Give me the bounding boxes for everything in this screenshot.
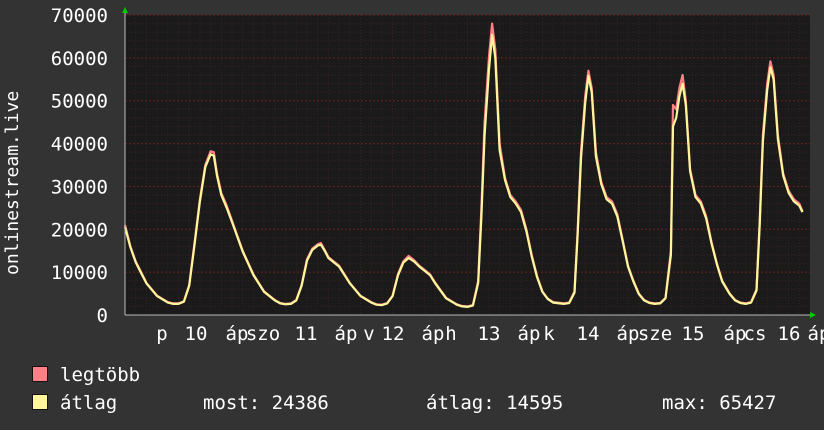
x-tick-label: 12: [382, 323, 405, 345]
y-tick-label: 0: [97, 305, 108, 327]
y-tick-label: 40000: [51, 134, 108, 156]
legend-swatch-max: [32, 366, 48, 382]
x-tick-label: v: [363, 323, 374, 345]
x-tick-label: cs: [744, 323, 767, 345]
legend-item-max: legtöbb: [32, 364, 140, 386]
x-tick-label: h: [445, 323, 456, 345]
y-tick-label: 50000: [51, 91, 108, 113]
y-tick-label: 60000: [51, 48, 108, 70]
stat-current: most: 24386: [203, 392, 329, 414]
x-tick-label: áp: [422, 323, 445, 345]
x-tick-label: áp: [808, 323, 824, 345]
y-tick-label: 70000: [51, 5, 108, 27]
x-tick-label: 15: [682, 323, 705, 345]
x-tick-label: áp: [518, 323, 541, 345]
x-tick-label: szo: [246, 323, 280, 345]
x-tick-label: áp: [617, 323, 640, 345]
legend-label-max: legtöbb: [60, 364, 141, 386]
stat-max: max: 65427: [662, 392, 777, 414]
y-axis-arrow: [122, 7, 128, 13]
y-axis-title: onlinestream.live: [2, 90, 23, 275]
legend-item-avg: átlag: [32, 392, 117, 414]
y-tick-label: 30000: [51, 176, 108, 198]
x-tick-label: 11: [295, 323, 318, 345]
legend-swatch-avg: [32, 394, 48, 410]
x-tick-label: p: [156, 323, 167, 345]
y-axis-ticks: 0 10000 20000 30000 40000 50000 60000 70000: [51, 5, 108, 327]
x-tick-label: 14: [577, 323, 600, 345]
legend-label-avg: átlag: [60, 392, 118, 414]
x-tick-label: áp: [335, 323, 358, 345]
y-tick-label: 20000: [51, 219, 108, 241]
x-axis-ticks: p10ápszo11ápv12áph13ápk14ápsze15ápcs16áp: [156, 323, 824, 345]
y-tick-label: 10000: [51, 262, 108, 284]
x-axis-arrow: [810, 312, 816, 318]
x-tick-label: 16: [778, 323, 801, 345]
x-tick-label: 10: [185, 323, 208, 345]
x-tick-label: 13: [478, 323, 501, 345]
x-tick-label: k: [543, 323, 555, 345]
stat-average: átlag: 14595: [426, 392, 564, 414]
x-tick-label: sze: [638, 323, 672, 345]
